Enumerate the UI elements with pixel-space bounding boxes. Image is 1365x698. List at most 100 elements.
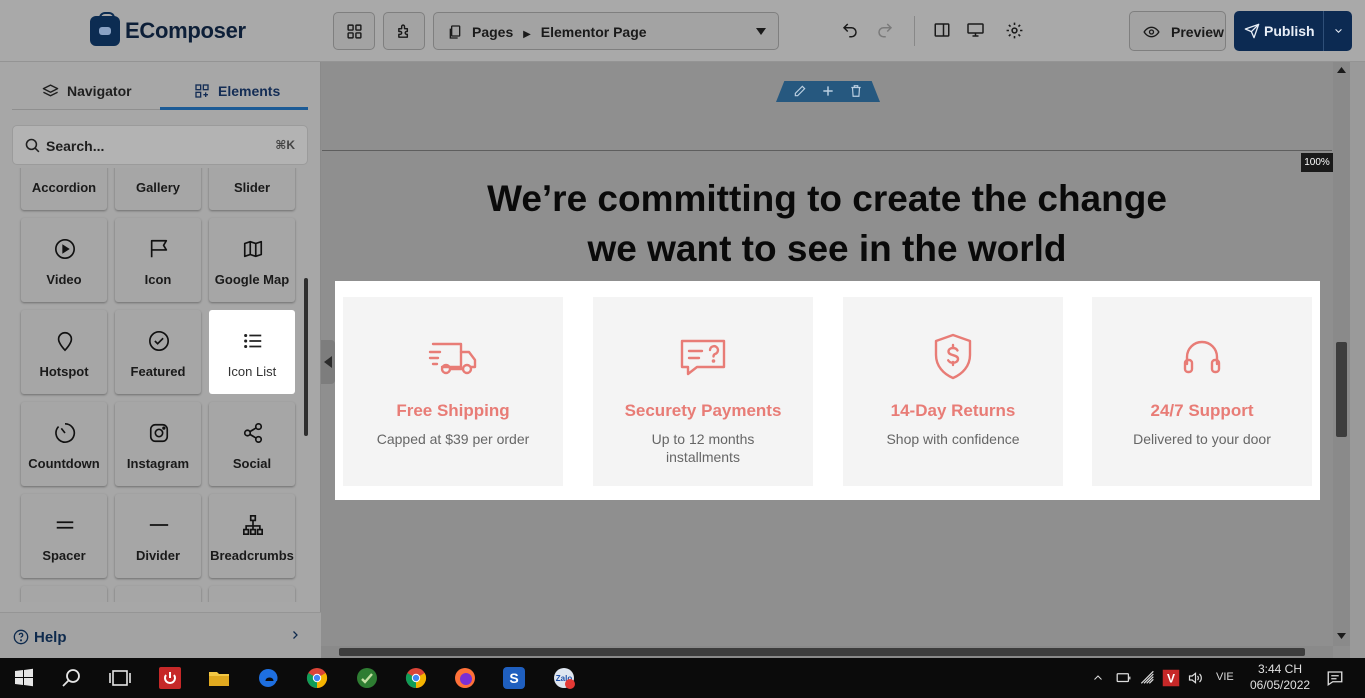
element-tile[interactable] (209, 586, 295, 602)
search-icon[interactable] (60, 666, 84, 690)
element-label: Icon (144, 272, 172, 287)
windows-start-icon[interactable] (12, 666, 36, 690)
task-view-icon[interactable] (108, 666, 132, 690)
notifications-icon[interactable] (1326, 669, 1344, 687)
element-label: Featured (130, 364, 186, 379)
element-breadcrumbs[interactable]: Breadcrumbs (209, 494, 295, 578)
window-edge (1350, 62, 1365, 658)
headphones-icon (1183, 340, 1221, 374)
instagram-icon (149, 423, 169, 443)
elements-grid: Accordion Gallery Slider Video Icon Goog… (0, 168, 306, 602)
element-social[interactable]: Social (209, 402, 295, 486)
integrations-button[interactable] (383, 12, 425, 50)
element-google-map[interactable]: Google Map (209, 218, 295, 302)
canvas-vertical-scrollbar[interactable] (1333, 62, 1350, 646)
help-label: Help (34, 629, 67, 646)
element-label: Video (46, 272, 82, 287)
element-countdown[interactable]: Countdown (21, 402, 107, 486)
scroll-down-icon[interactable] (1337, 633, 1346, 639)
sidebar-toggle-icon[interactable] (933, 21, 951, 39)
empty-section[interactable] (322, 101, 1332, 151)
element-gallery[interactable]: Gallery (115, 168, 201, 210)
timer-icon (55, 423, 76, 443)
edge-browser-icon[interactable] (256, 666, 280, 690)
map-pin-icon (57, 331, 73, 352)
element-hotspot[interactable]: Hotspot (21, 310, 107, 394)
search-input[interactable]: Search... ⌘K (12, 125, 308, 165)
app-green-icon[interactable] (355, 666, 379, 690)
chevron-down-icon (1335, 28, 1342, 33)
page-headline[interactable]: We’re committing to create the change we… (321, 174, 1333, 274)
element-slider[interactable]: Slider (209, 168, 295, 210)
battery-icon[interactable] (1115, 671, 1132, 685)
section-toolbar (776, 81, 880, 102)
help-button[interactable]: Help (0, 612, 321, 658)
firefox-icon[interactable] (453, 666, 477, 690)
feature-card[interactable]: 14-Day Returns Shop with confidence (843, 297, 1063, 486)
layout-grid-button[interactable] (333, 12, 375, 50)
skype-icon[interactable]: S (502, 666, 526, 690)
app-power-icon[interactable] (158, 666, 182, 690)
shield-dollar-icon (934, 333, 972, 380)
check-circle-icon (149, 331, 169, 351)
file-explorer-icon[interactable] (207, 666, 231, 690)
zalo-icon[interactable]: Zalo (552, 666, 576, 690)
chrome-icon[interactable] (404, 666, 428, 690)
element-label: Spacer (42, 548, 86, 563)
headline-line-1: We’re committing to create the change (487, 178, 1167, 219)
feature-card[interactable]: Free Shipping Capped at $39 per order (343, 297, 563, 486)
divider-icon (149, 524, 169, 526)
page-selector[interactable]: Pages ▶ Elementor Page (433, 12, 779, 50)
redo-icon[interactable] (876, 21, 894, 39)
chevron-down-icon (756, 28, 766, 35)
edit-section-icon[interactable] (793, 84, 807, 98)
feature-title: 14-Day Returns (890, 401, 1016, 420)
scroll-up-icon[interactable] (1337, 67, 1346, 73)
desktop-icon[interactable] (966, 21, 985, 39)
chevron-right-icon (293, 631, 298, 639)
vietkey-icon[interactable]: V (1162, 669, 1180, 687)
preview-button[interactable]: Preview (1129, 11, 1226, 51)
layers-icon (42, 83, 59, 96)
features-section[interactable]: Free Shipping Capped at $39 per order Se… (335, 281, 1320, 500)
element-instagram[interactable]: Instagram (115, 402, 201, 486)
element-label: Google Map (214, 272, 290, 287)
element-video[interactable]: Video (21, 218, 107, 302)
element-icon-list[interactable]: Icon List (209, 310, 295, 394)
element-spacer[interactable]: Spacer (21, 494, 107, 578)
page-select-text: Pages ▶ Elementor Page (472, 24, 647, 40)
element-tile[interactable] (21, 586, 107, 602)
grid-icon (346, 23, 362, 39)
headline-line-2: we want to see in the world (587, 228, 1067, 269)
delete-section-icon[interactable] (849, 84, 863, 98)
tab-navigator-label: Navigator (67, 83, 132, 99)
undo-icon[interactable] (841, 21, 859, 39)
scrollbar-thumb[interactable] (339, 648, 1305, 656)
input-language[interactable]: VIE (1216, 671, 1234, 683)
clock[interactable]: 3:44 CH 06/05/2022 (1250, 661, 1310, 693)
element-accordion[interactable]: Accordion (21, 168, 107, 210)
tab-elements[interactable]: Elements (194, 72, 280, 110)
element-tile[interactable] (115, 586, 201, 602)
gear-icon[interactable] (1005, 21, 1024, 40)
publish-options-button[interactable] (1323, 11, 1352, 51)
scrollbar-thumb[interactable] (1336, 342, 1347, 437)
feature-description: Capped at $39 per order (376, 431, 530, 447)
collapse-panel-button[interactable] (321, 340, 335, 384)
element-divider[interactable]: Divider (115, 494, 201, 578)
publish-button[interactable]: Publish (1234, 11, 1323, 51)
tab-navigator[interactable]: Navigator (42, 72, 132, 110)
chevron-up-icon[interactable] (1092, 672, 1104, 684)
element-icon[interactable]: Icon (115, 218, 201, 302)
volume-icon[interactable] (1187, 670, 1204, 686)
chrome-icon[interactable] (305, 666, 329, 690)
element-featured[interactable]: Featured (115, 310, 201, 394)
canvas-horizontal-scrollbar[interactable] (321, 646, 1333, 658)
ecomposer-logo-icon (90, 12, 120, 46)
feature-card[interactable]: 24/7 Support Delivered to your door (1092, 297, 1312, 486)
feature-card[interactable]: Securety Payments Up to 12 months instal… (593, 297, 813, 486)
elements-scrollbar[interactable] (304, 278, 308, 436)
add-section-icon[interactable] (821, 84, 835, 98)
wifi-icon[interactable] (1140, 670, 1156, 686)
eye-icon (1143, 26, 1160, 38)
